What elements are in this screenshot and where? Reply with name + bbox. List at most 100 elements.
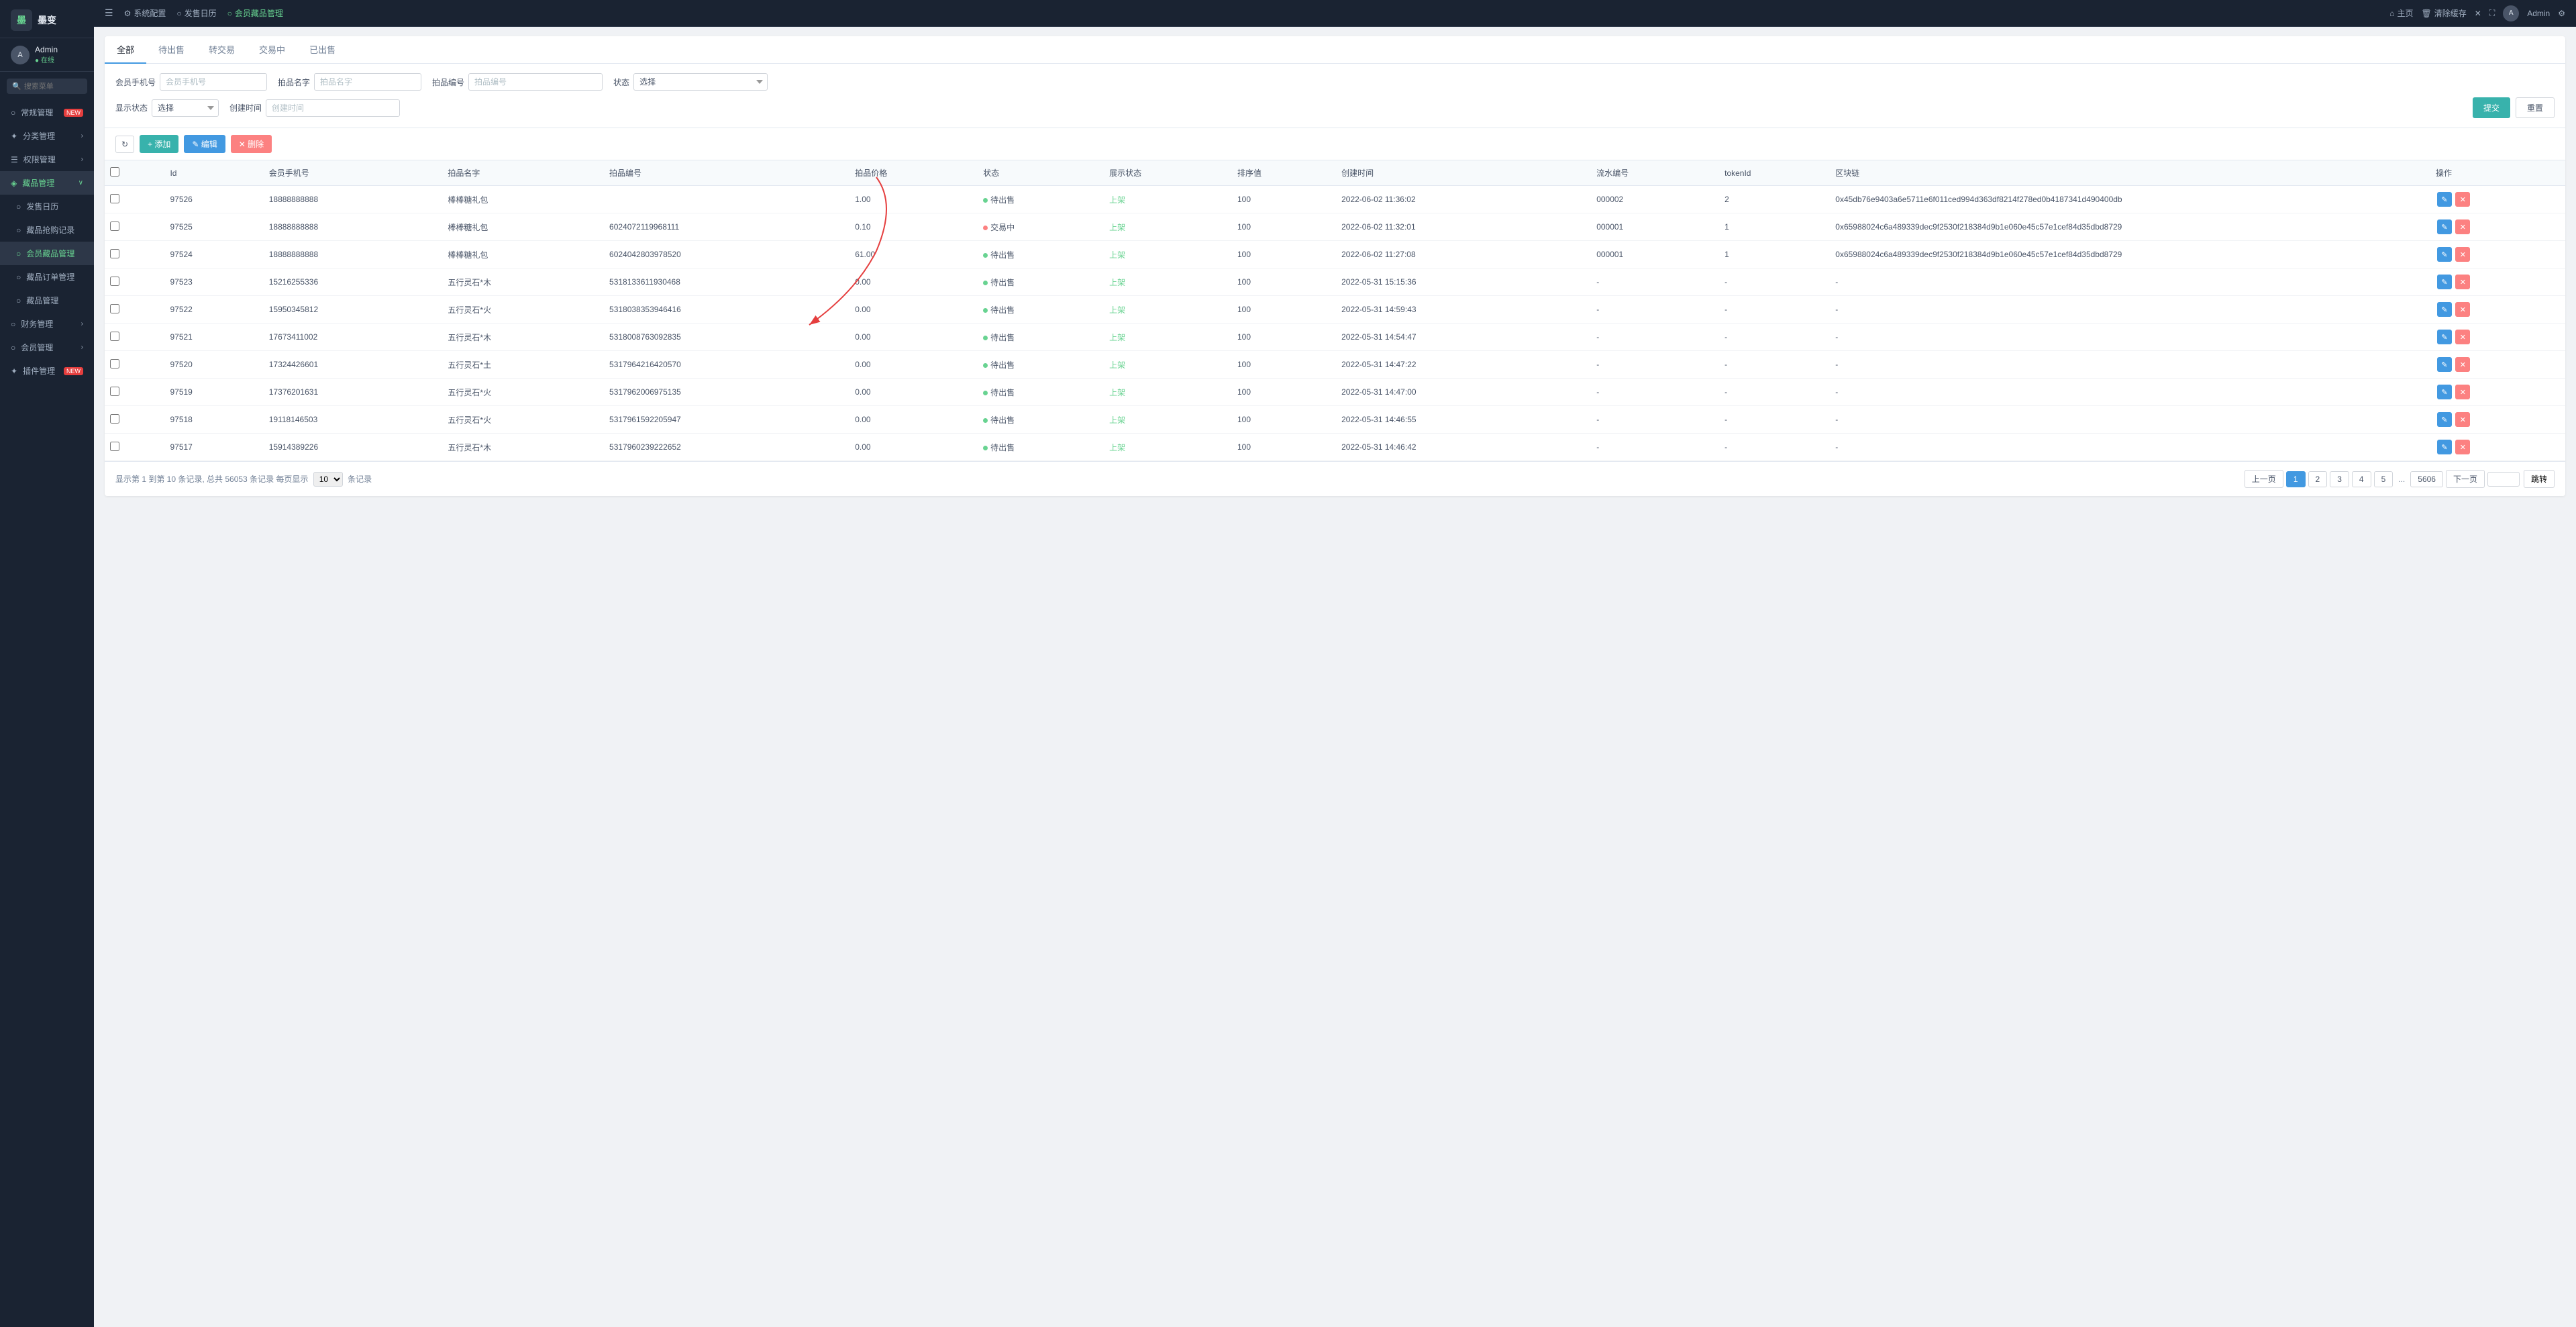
page-2-button[interactable]: 2 bbox=[2308, 471, 2328, 487]
cell-display: 上架 bbox=[1104, 406, 1232, 434]
edit-row-button[interactable]: ✎ bbox=[2437, 192, 2452, 207]
page-goto-input[interactable] bbox=[2487, 472, 2520, 487]
row-checkbox[interactable] bbox=[110, 442, 119, 451]
tab-pending[interactable]: 待出售 bbox=[146, 36, 197, 64]
sidebar-item-finance-mgmt[interactable]: ○ 财务管理 › bbox=[0, 312, 94, 336]
edit-row-button[interactable]: ✎ bbox=[2437, 219, 2452, 234]
edit-row-button[interactable]: ✎ bbox=[2437, 385, 2452, 399]
goods-name-input[interactable] bbox=[314, 73, 421, 91]
sidebar-item-member-mgmt[interactable]: ○ 会员管理 › bbox=[0, 336, 94, 359]
sidebar-item-member-goods[interactable]: ○ 会员藏品管理 bbox=[0, 242, 94, 265]
delete-row-button[interactable]: ✕ bbox=[2455, 192, 2470, 207]
clear-cache-button[interactable]: 🗑 清除缓存 bbox=[2422, 7, 2467, 19]
tab-traded[interactable]: 交易中 bbox=[247, 36, 297, 64]
cell-sort: 100 bbox=[1232, 434, 1336, 461]
home-button[interactable]: ⌂ 主页 bbox=[2389, 7, 2413, 19]
edit-row-button[interactable]: ✎ bbox=[2437, 440, 2452, 454]
per-page-select[interactable]: 10 20 50 bbox=[313, 472, 343, 487]
row-checkbox[interactable] bbox=[110, 332, 119, 341]
display-tag[interactable]: 上架 bbox=[1109, 388, 1125, 397]
delete-row-button[interactable]: ✕ bbox=[2455, 357, 2470, 372]
search-box[interactable]: 🔍 bbox=[7, 79, 87, 94]
auction-no-input[interactable] bbox=[468, 73, 603, 91]
header-nav-system-config[interactable]: ⚙ 系统配置 bbox=[124, 7, 166, 19]
tab-all[interactable]: 全部 bbox=[105, 36, 146, 64]
display-tag[interactable]: 上架 bbox=[1109, 333, 1125, 342]
tab-sold[interactable]: 已出售 bbox=[297, 36, 348, 64]
user-info: A Admin ● 在线 bbox=[0, 38, 94, 72]
sidebar-item-permission-mgmt[interactable]: ☰ 权限管理 › bbox=[0, 148, 94, 171]
member-phone-input[interactable] bbox=[160, 73, 267, 91]
cell-token-id: - bbox=[1719, 324, 1830, 351]
delete-row-button[interactable]: ✕ bbox=[2455, 412, 2470, 427]
page-4-button[interactable]: 4 bbox=[2352, 471, 2371, 487]
delete-row-button[interactable]: ✕ bbox=[2455, 385, 2470, 399]
delete-row-button[interactable]: ✕ bbox=[2455, 219, 2470, 234]
status-select[interactable]: 选择 全部 待出售 转交易 交易中 已出售 bbox=[633, 73, 768, 91]
add-button[interactable]: + 添加 bbox=[140, 135, 178, 153]
edit-row-button[interactable]: ✎ bbox=[2437, 357, 2452, 372]
submit-button[interactable]: 提交 bbox=[2473, 97, 2510, 118]
row-checkbox[interactable] bbox=[110, 194, 119, 203]
display-tag[interactable]: 上架 bbox=[1109, 443, 1125, 452]
header-nav-send-daily[interactable]: ○ 发售日历 bbox=[176, 7, 216, 19]
display-tag[interactable]: 上架 bbox=[1109, 250, 1125, 260]
row-checkbox[interactable] bbox=[110, 387, 119, 396]
display-tag[interactable]: 上架 bbox=[1109, 360, 1125, 370]
display-tag[interactable]: 上架 bbox=[1109, 223, 1125, 232]
delete-row-button[interactable]: ✕ bbox=[2455, 247, 2470, 262]
prev-page-button[interactable]: 上一页 bbox=[2245, 470, 2283, 488]
sidebar-item-goods-setting[interactable]: ○ 藏品管理 bbox=[0, 289, 94, 312]
row-checkbox[interactable] bbox=[110, 222, 119, 231]
cell-serial: - bbox=[1591, 324, 1719, 351]
reset-button[interactable]: 重置 bbox=[2516, 97, 2555, 118]
page-3-button[interactable]: 3 bbox=[2330, 471, 2349, 487]
delete-row-button[interactable]: ✕ bbox=[2455, 302, 2470, 317]
page-5-button[interactable]: 5 bbox=[2374, 471, 2393, 487]
edit-row-button[interactable]: ✎ bbox=[2437, 275, 2452, 289]
delete-row-button[interactable]: ✕ bbox=[2455, 330, 2470, 344]
page-last-button[interactable]: 5606 bbox=[2410, 471, 2443, 487]
page-goto-button[interactable]: 跳转 bbox=[2524, 470, 2555, 488]
cell-id: 97517 bbox=[164, 434, 263, 461]
sidebar-item-goods-order[interactable]: ○ 藏品订单管理 bbox=[0, 265, 94, 289]
next-page-button[interactable]: 下一页 bbox=[2446, 470, 2485, 488]
display-tag[interactable]: 上架 bbox=[1109, 195, 1125, 205]
delete-row-button[interactable]: ✕ bbox=[2455, 440, 2470, 454]
close-button[interactable]: ✕ bbox=[2475, 9, 2481, 18]
display-state-select[interactable]: 选择 全部 上架 下架 bbox=[152, 99, 219, 117]
sidebar-item-attachment-mgmt[interactable]: ✦ 插件管理 NEW bbox=[0, 359, 94, 383]
edit-row-button[interactable]: ✎ bbox=[2437, 330, 2452, 344]
menu-toggle-icon[interactable]: ☰ bbox=[105, 7, 113, 19]
sidebar-item-normal-mgmt[interactable]: ○ 常规管理 NEW bbox=[0, 101, 94, 124]
col-display: 展示状态 bbox=[1104, 160, 1232, 186]
page-1-button[interactable]: 1 bbox=[2286, 471, 2306, 487]
tab-trading[interactable]: 转交易 bbox=[197, 36, 247, 64]
row-checkbox[interactable] bbox=[110, 359, 119, 368]
row-checkbox[interactable] bbox=[110, 414, 119, 424]
sidebar-item-classify-mgmt[interactable]: ✦ 分类管理 › bbox=[0, 124, 94, 148]
edit-row-button[interactable]: ✎ bbox=[2437, 247, 2452, 262]
cell-token-id: 2 bbox=[1719, 186, 1830, 213]
settings-icon[interactable]: ⚙ bbox=[2558, 9, 2565, 18]
edit-button[interactable]: ✎ 编辑 bbox=[184, 135, 225, 153]
create-time-input[interactable] bbox=[266, 99, 400, 117]
sidebar-item-goods-mgmt[interactable]: ◈ 藏品管理 ∨ bbox=[0, 171, 94, 195]
display-tag[interactable]: 上架 bbox=[1109, 278, 1125, 287]
row-checkbox[interactable] bbox=[110, 277, 119, 286]
row-checkbox[interactable] bbox=[110, 304, 119, 313]
header-nav-member-goods[interactable]: ○ 会员藏品管理 bbox=[227, 7, 283, 19]
display-tag[interactable]: 上架 bbox=[1109, 305, 1125, 315]
display-tag[interactable]: 上架 bbox=[1109, 415, 1125, 425]
refresh-button[interactable]: ↻ bbox=[115, 136, 134, 153]
delete-row-button[interactable]: ✕ bbox=[2455, 275, 2470, 289]
edit-row-button[interactable]: ✎ bbox=[2437, 412, 2452, 427]
row-checkbox[interactable] bbox=[110, 249, 119, 258]
edit-row-button[interactable]: ✎ bbox=[2437, 302, 2452, 317]
sidebar-item-send-daily[interactable]: ○ 发售日历 bbox=[0, 195, 94, 218]
delete-button[interactable]: ✕ 删除 bbox=[231, 135, 272, 153]
search-input[interactable] bbox=[24, 83, 82, 91]
sidebar-item-draw-record[interactable]: ○ 藏品抢购记录 bbox=[0, 218, 94, 242]
select-all-checkbox[interactable] bbox=[110, 167, 119, 177]
fullscreen-button[interactable]: ⛶ bbox=[2489, 8, 2495, 18]
